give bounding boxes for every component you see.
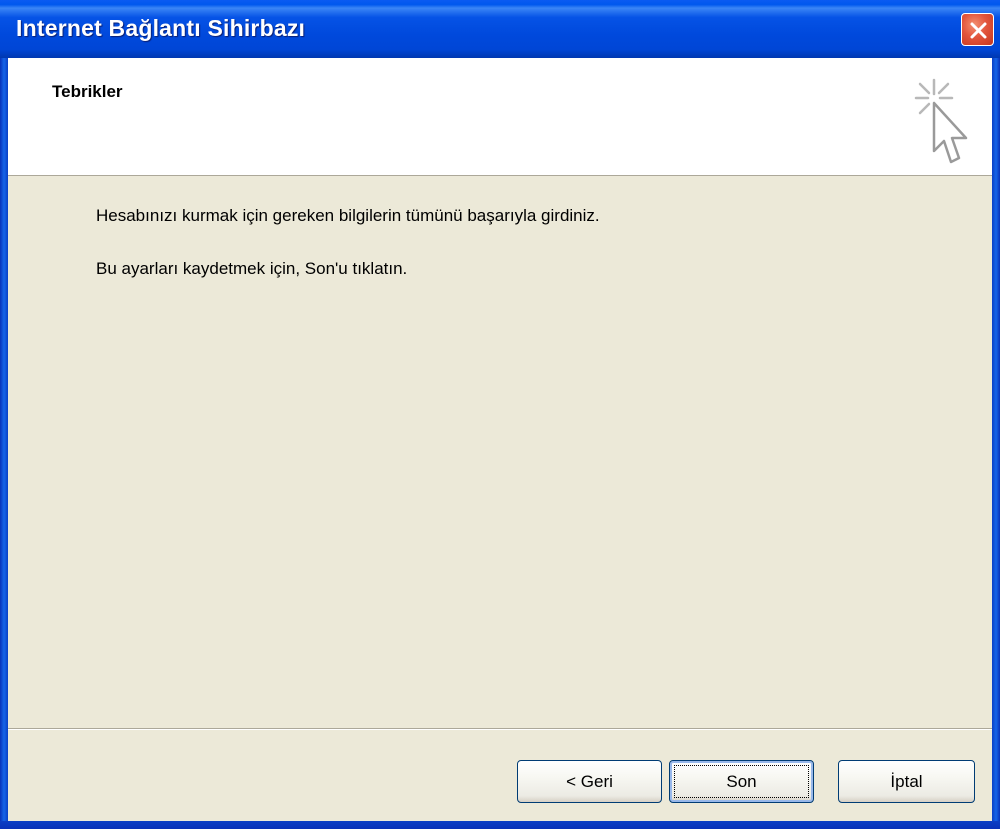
finish-button[interactable]: Son: [669, 760, 814, 803]
cancel-button[interactable]: İptal: [838, 760, 975, 803]
focus-ring: [674, 765, 809, 798]
instruction-text: Bu ayarları kaydetmek için, Son'u tıklat…: [96, 259, 408, 278]
wizard-header: Tebrikler: [8, 58, 992, 176]
back-button[interactable]: < Geri: [517, 760, 662, 803]
window-title: Internet Bağlantı Sihirbazı: [16, 15, 306, 41]
window-frame-right: [992, 58, 1000, 829]
title-bar[interactable]: Internet Bağlantı Sihirbazı: [0, 0, 1000, 58]
wizard-content: Hesabınızı kurmak için gereken bilgileri…: [8, 176, 992, 728]
window-frame-left: [0, 58, 8, 829]
wizard-footer: < Geri Son İptal: [8, 730, 992, 821]
summary-text: Hesabınızı kurmak için gereken bilgileri…: [96, 206, 600, 225]
page-title: Tebrikler: [52, 82, 123, 101]
close-icon: [970, 22, 987, 39]
close-button[interactable]: [961, 13, 994, 46]
wizard-window: Internet Bağlantı Sihirbazı Tebrikler He…: [0, 0, 1000, 829]
window-frame-bottom: [0, 821, 1000, 829]
wizard-cursor-icon: [914, 78, 968, 164]
